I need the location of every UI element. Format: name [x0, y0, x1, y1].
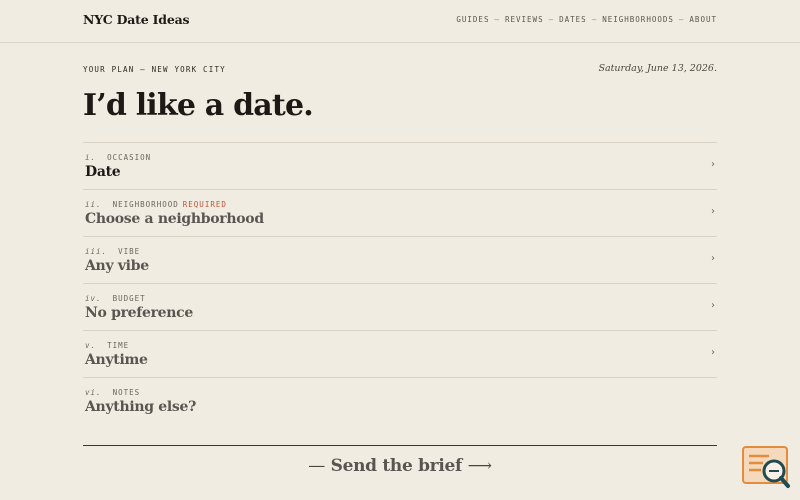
field-neighborhood[interactable]: ii. NEIGHBORHOOD REQUIRED Choose a neighb…	[83, 190, 717, 237]
field-budget[interactable]: iv. BUDGET No preference ›	[83, 284, 717, 331]
field-label: iv. BUDGET	[85, 294, 146, 303]
site-logo[interactable]: NYC Date Ideas	[83, 12, 190, 27]
nav-link-dates[interactable]: DATES	[559, 15, 587, 24]
field-notes[interactable]: vi. NOTES Anything else?	[83, 378, 717, 426]
nav-separator: —	[591, 15, 598, 24]
nav-link-about[interactable]: ABOUT	[689, 15, 717, 24]
field-label: i. OCCASION	[85, 153, 152, 162]
field-value-neighborhood: Choose a neighborhood	[85, 211, 264, 227]
field-label: ii. NEIGHBORHOOD REQUIRED	[85, 200, 227, 209]
dash-decoration: —	[308, 456, 325, 476]
nav-link-reviews[interactable]: REVIEWS	[505, 15, 544, 24]
field-value-vibe: Any vibe	[85, 258, 149, 274]
chevron-right-icon: ›	[711, 253, 715, 264]
main-nav: GUIDES — REVIEWS — DATES — NEIGHBORHOODS…	[456, 15, 717, 24]
field-value-notes: Anything else?	[85, 399, 196, 415]
field-value-time: Anytime	[85, 352, 148, 368]
field-label: v. TIME	[85, 341, 130, 350]
required-badge: REQUIRED	[182, 200, 227, 209]
top-bar: NYC Date Ideas GUIDES — REVIEWS — DATES …	[0, 0, 800, 43]
field-occasion[interactable]: i. OCCASION Date ›	[83, 143, 717, 190]
plan-date: Saturday, June 13, 2026.	[598, 63, 717, 74]
nav-separator: —	[678, 15, 685, 24]
nav-link-guides[interactable]: GUIDES	[456, 15, 489, 24]
nav-separator: —	[494, 15, 500, 24]
nav-link-neighborhoods[interactable]: NEIGHBORHOODS	[602, 15, 674, 24]
plan-fields: i. OCCASION Date › ii. NEIGHBORHOOD REQUI…	[83, 142, 717, 426]
send-brief-label: Send the brief	[330, 456, 463, 476]
divider	[83, 445, 717, 446]
field-label: iii. VIBE	[85, 247, 141, 256]
field-value-budget: No preference	[85, 305, 194, 321]
field-value-occasion: Date	[85, 164, 121, 180]
plan-kicker: YOUR PLAN — NEW YORK CITY	[83, 65, 226, 74]
chevron-right-icon: ›	[711, 159, 715, 170]
send-brief-button[interactable]: — Send the brief ⟶	[0, 456, 800, 476]
chevron-right-icon: ›	[711, 206, 715, 217]
field-label: vi. NOTES	[85, 388, 141, 397]
nav-separator: —	[548, 15, 555, 24]
chevron-right-icon: ›	[711, 347, 715, 358]
search-document-icon[interactable]	[741, 445, 791, 489]
page-title: I’d like a date.	[83, 88, 314, 123]
field-vibe[interactable]: iii. VIBE Any vibe ›	[83, 237, 717, 284]
arrow-right-icon: ⟶	[467, 456, 492, 476]
chevron-right-icon: ›	[711, 300, 715, 311]
field-time[interactable]: v. TIME Anytime ›	[83, 331, 717, 378]
